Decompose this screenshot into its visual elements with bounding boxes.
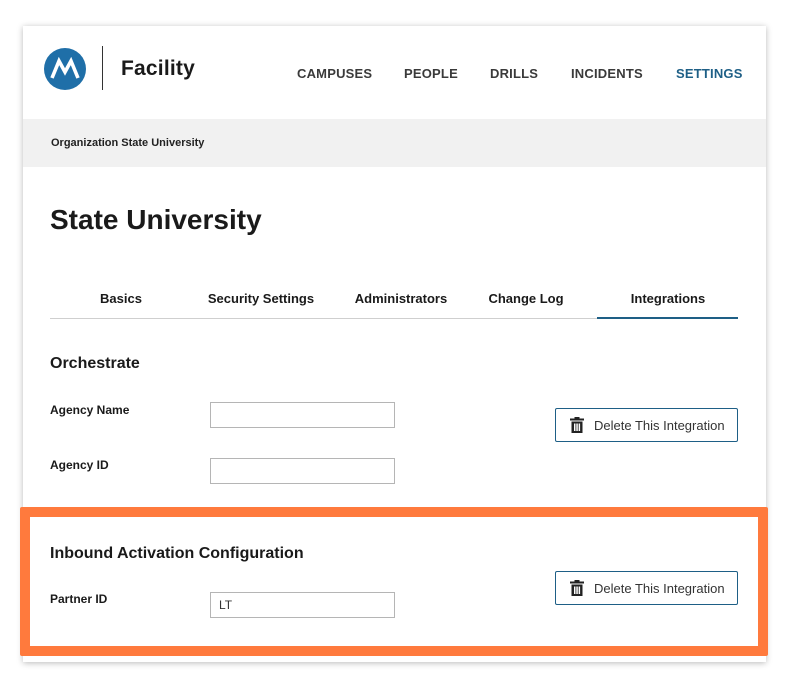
tab-change-log[interactable]: Change Log [476, 291, 576, 306]
agency-id-input[interactable] [210, 458, 395, 484]
top-header: Facility CAMPUSES PEOPLE DRILLS INCIDENT… [23, 26, 766, 119]
motorola-logo-icon[interactable] [44, 48, 86, 90]
delete-orchestrate-integration-button[interactable]: Delete This Integration [555, 408, 738, 442]
breadcrumb-bar: Organization State University [23, 119, 766, 167]
inbound-activation-title: Inbound Activation Configuration [50, 545, 304, 562]
delete-button-label: Delete This Integration [594, 580, 725, 596]
tab-basics[interactable]: Basics [81, 291, 161, 306]
app-name: Facility [121, 57, 195, 80]
trash-icon [570, 417, 584, 433]
agency-name-input[interactable] [210, 402, 395, 428]
delete-button-label: Delete This Integration [594, 417, 725, 433]
tab-security-settings[interactable]: Security Settings [201, 291, 321, 306]
active-tab-indicator [597, 317, 738, 319]
nav-campuses[interactable]: CAMPUSES [297, 66, 372, 81]
nav-settings[interactable]: SETTINGS [676, 66, 743, 81]
page-title: State University [50, 204, 262, 235]
nav-drills[interactable]: DRILLS [490, 66, 538, 81]
nav-people[interactable]: PEOPLE [404, 66, 458, 81]
nav-incidents[interactable]: INCIDENTS [571, 66, 643, 81]
breadcrumb[interactable]: Organization State University [51, 137, 204, 149]
agency-name-label: Agency Name [50, 403, 130, 417]
trash-icon [570, 580, 584, 596]
brand-divider [102, 46, 103, 90]
tab-administrators[interactable]: Administrators [346, 291, 456, 306]
partner-id-input[interactable] [210, 592, 395, 618]
settings-card: Facility CAMPUSES PEOPLE DRILLS INCIDENT… [23, 26, 766, 662]
partner-id-label: Partner ID [50, 592, 108, 606]
agency-id-label: Agency ID [50, 458, 109, 472]
delete-inbound-integration-button[interactable]: Delete This Integration [555, 571, 738, 605]
orchestrate-title: Orchestrate [50, 355, 140, 372]
tab-integrations[interactable]: Integrations [607, 291, 729, 306]
